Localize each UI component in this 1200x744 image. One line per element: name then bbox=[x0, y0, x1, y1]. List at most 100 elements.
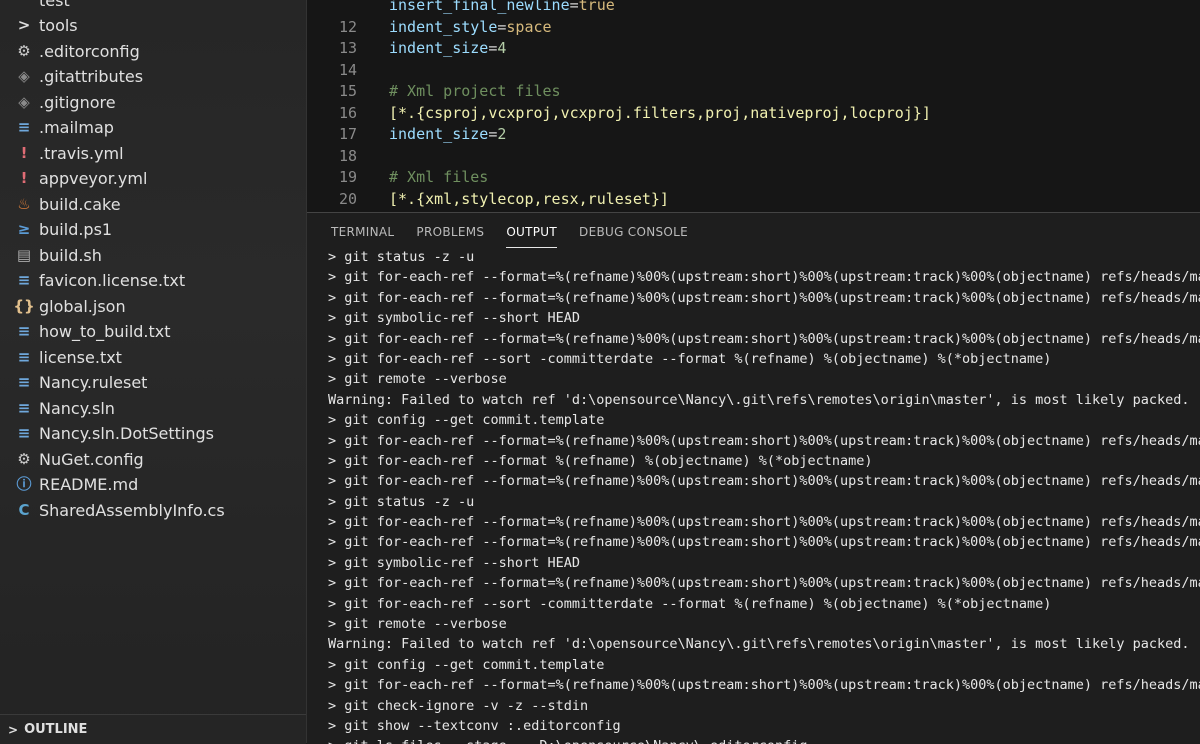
log-line: > git for-each-ref --format=%(refname)%0… bbox=[328, 473, 1200, 490]
line-number: 16 bbox=[338, 103, 357, 122]
file-label: build.ps1 bbox=[39, 220, 113, 239]
log-line: > git for-each-ref --format=%(refname)%0… bbox=[328, 677, 1200, 694]
warning-line: Warning: Failed to watch ref 'd:\opensou… bbox=[328, 636, 1190, 653]
file-label: global.json bbox=[39, 296, 126, 316]
tab-terminal[interactable]: TERMINAL bbox=[331, 221, 394, 247]
file-item[interactable]: C SharedAssemblyInfo.cs bbox=[14, 498, 225, 522]
file-item[interactable]: ⓘ README.md bbox=[14, 473, 138, 497]
code-editor[interactable]: insert_final_newline = true 12 indent_styl… bbox=[307, 0, 1200, 212]
file-item[interactable]: ≡ Nancy.sln bbox=[14, 396, 115, 420]
code-line: 20 [*.{xml,stylecop,resx,ruleset}] bbox=[307, 189, 669, 209]
file-label: README.md bbox=[39, 475, 139, 494]
code-token: = bbox=[569, 0, 579, 14]
log-line: > git for-each-ref --format=%(refname)%0… bbox=[328, 289, 1200, 306]
code-token: # Xml project files bbox=[389, 82, 561, 100]
file-label: .mailmap bbox=[39, 118, 114, 137]
file-item[interactable]: ♨ build.cake bbox=[14, 192, 120, 216]
panel-tabs: TERMINAL PROBLEMS OUTPUT DEBUG CONSOLE bbox=[331, 221, 688, 248]
file-label: NuGet.config bbox=[39, 449, 144, 469]
file-item[interactable]: ≡ Nancy.sln.DotSettings bbox=[14, 422, 214, 446]
code-token: true bbox=[578, 0, 615, 14]
json-icon: {} bbox=[13, 296, 35, 315]
text-file-icon: ≡ bbox=[17, 118, 31, 136]
warning-line: Warning: Failed to watch ref 'd:\opensou… bbox=[328, 391, 1190, 408]
explorer-sidebar: test > tools ⚙ .editorconfig ◈ .gitattributes ◈… bbox=[0, 0, 307, 744]
file-label: .gitignore bbox=[39, 92, 116, 112]
file-item[interactable]: > tools bbox=[14, 14, 78, 38]
code-token: [*.{xml,stylecop,resx,ruleset}] bbox=[389, 189, 669, 208]
log-line: > git status -z -u bbox=[328, 493, 475, 510]
log-line: > git show --textconv :.editorconfig bbox=[328, 717, 621, 734]
shell-icon: ▤ bbox=[16, 245, 32, 264]
code-line: 17 indent_size = 2 bbox=[307, 124, 506, 144]
git-icon: ◈ bbox=[18, 67, 30, 85]
file-label: how_to_build.txt bbox=[39, 322, 171, 341]
code-line: 16 [*.{csproj,vcxproj,vcxproj.filters,pro… bbox=[307, 103, 931, 123]
log-line: > git status -z -u bbox=[328, 249, 475, 265]
line-number: 17 bbox=[338, 125, 357, 143]
file-item[interactable]: {} global.json bbox=[13, 294, 126, 318]
file-label: appveyor.yml bbox=[39, 169, 148, 188]
text-file-icon: ≡ bbox=[17, 373, 31, 391]
gear-icon: ⚙ bbox=[17, 41, 31, 60]
log-line: > git for-each-ref --format=%(refname)%0… bbox=[328, 534, 1200, 551]
file-item[interactable]: ≡ Nancy.ruleset bbox=[14, 371, 148, 395]
log-line: > git for-each-ref --format=%(refname)%0… bbox=[328, 575, 1200, 592]
log-line: > git check-ignore -v -z --stdin bbox=[328, 697, 589, 714]
file-item[interactable]: ! .travis.yml bbox=[14, 141, 124, 165]
code-token: 4 bbox=[497, 39, 507, 57]
file-item[interactable]: ⚙ NuGet.config bbox=[14, 447, 144, 471]
code-line: 19 # Xml files bbox=[307, 167, 488, 187]
log-line: > git symbolic-ref --short HEAD bbox=[328, 310, 580, 327]
powershell-icon: ≥ bbox=[17, 220, 31, 238]
file-item[interactable]: ▤ build.sh bbox=[14, 243, 102, 267]
tab-output[interactable]: OUTPUT bbox=[506, 221, 558, 248]
file-label: test bbox=[39, 0, 70, 10]
code-token: = bbox=[488, 125, 498, 143]
log-line: > git config --get commit.template bbox=[328, 412, 605, 429]
code-token: # Xml files bbox=[389, 168, 489, 186]
file-item[interactable]: ≡ license.txt bbox=[14, 345, 122, 369]
file-label: Nancy.sln bbox=[39, 398, 115, 418]
gear-icon: ⚙ bbox=[17, 449, 31, 468]
code-token: = bbox=[488, 39, 498, 57]
tab-debug-console[interactable]: DEBUG CONSOLE bbox=[579, 221, 688, 247]
file-item[interactable]: ◈ .gitignore bbox=[14, 90, 116, 114]
file-item[interactable]: test bbox=[14, 0, 70, 12]
file-item[interactable]: ≡ favicon.license.txt bbox=[14, 269, 185, 293]
line-number: 15 bbox=[338, 82, 357, 100]
file-item[interactable]: ≥ build.ps1 bbox=[14, 218, 112, 242]
file-item[interactable]: ≡ how_to_build.txt bbox=[14, 320, 171, 344]
yaml-icon: ! bbox=[20, 169, 28, 187]
text-file-icon: ≡ bbox=[17, 398, 31, 417]
log-line: > git for-each-ref --format=%(refname)%0… bbox=[328, 269, 1200, 286]
file-label: Nancy.sln.DotSettings bbox=[39, 424, 214, 443]
file-item[interactable]: ! appveyor.yml bbox=[14, 167, 148, 191]
bottom-panel: TERMINAL PROBLEMS OUTPUT DEBUG CONSOLE > gi… bbox=[307, 212, 1200, 744]
code-token: indent_style bbox=[389, 17, 498, 36]
outline-section-header[interactable]: > OUTLINE bbox=[0, 714, 306, 744]
line-number: 19 bbox=[338, 168, 357, 186]
code-line: 18 bbox=[307, 146, 389, 166]
log-line: > git for-each-ref --format %(refname) %… bbox=[328, 452, 873, 469]
file-item[interactable]: ⚙ .editorconfig bbox=[14, 39, 140, 63]
tab-problems[interactable]: PROBLEMS bbox=[416, 221, 484, 247]
text-file-icon: ≡ bbox=[17, 424, 31, 442]
file-label: favicon.license.txt bbox=[39, 271, 186, 290]
output-log[interactable]: > git status -z -u > git for-each-ref --f… bbox=[328, 247, 1200, 744]
git-icon: ◈ bbox=[18, 92, 30, 111]
file-item[interactable]: ◈ .gitattributes bbox=[14, 65, 143, 89]
file-label: tools bbox=[39, 16, 78, 35]
file-item[interactable]: ≡ .mailmap bbox=[14, 116, 114, 140]
file-label: build.sh bbox=[39, 245, 102, 265]
log-line: > git for-each-ref --sort -committerdate… bbox=[328, 350, 1052, 367]
log-line: > git remote --verbose bbox=[328, 616, 507, 633]
log-line: > git remote --verbose bbox=[328, 371, 507, 388]
line-number: 12 bbox=[338, 17, 357, 36]
file-label: SharedAssemblyInfo.cs bbox=[39, 500, 225, 520]
code-line: 12 indent_style = space bbox=[307, 17, 552, 37]
code-token: = bbox=[497, 17, 507, 36]
line-number: 20 bbox=[338, 189, 357, 208]
chevron-right-icon: > bbox=[8, 722, 19, 737]
file-label: .travis.yml bbox=[39, 143, 124, 163]
